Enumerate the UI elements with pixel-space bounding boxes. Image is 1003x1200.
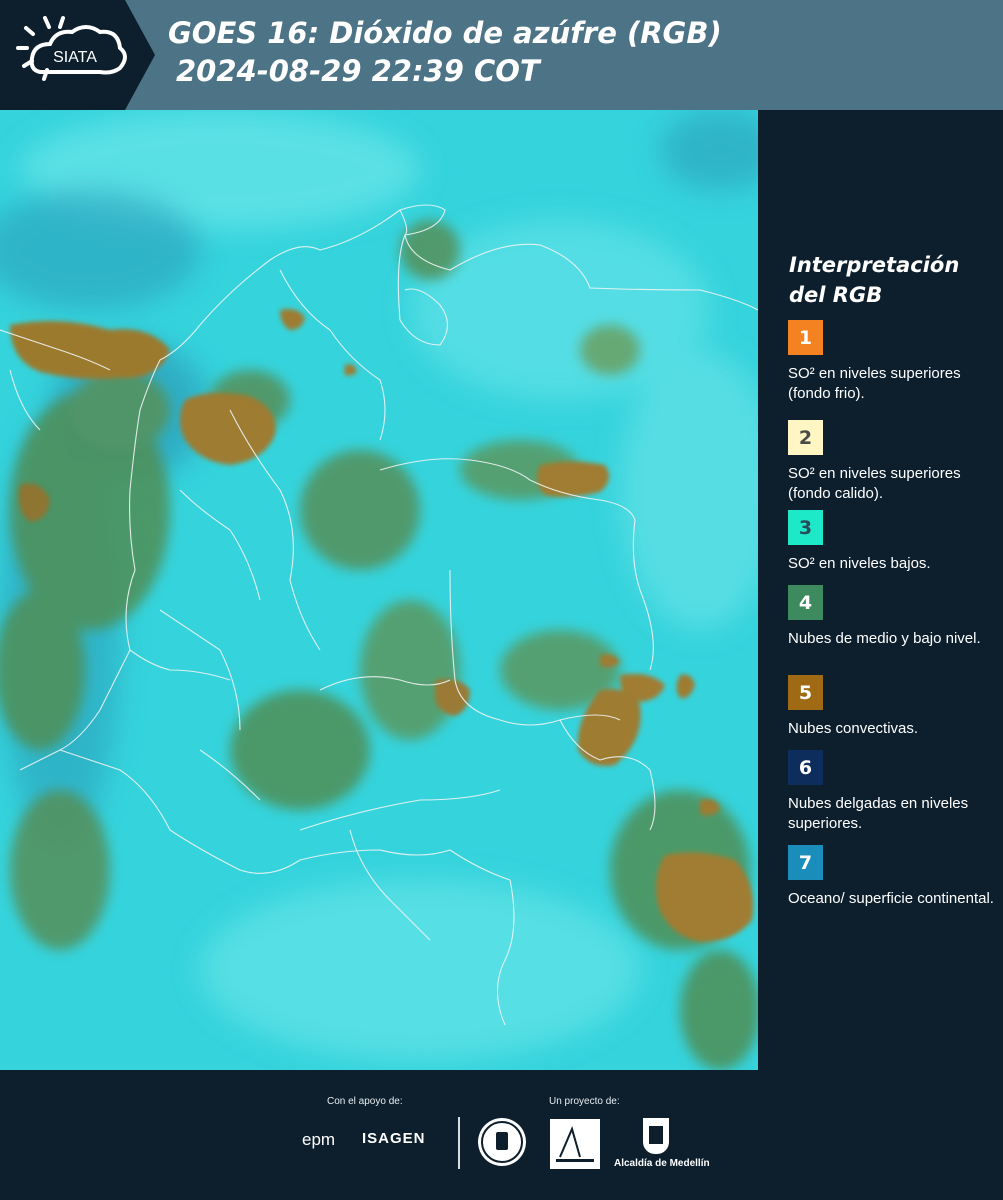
legend-item-2: 2 SO² en niveles superiores (fondo calido… bbox=[788, 420, 998, 504]
legend-item-7: 7 Oceano/ superficie continental. bbox=[788, 845, 998, 909]
legend-swatch: 5 bbox=[788, 675, 823, 710]
legend-swatch: 4 bbox=[788, 585, 823, 620]
page-title: GOES 16: Dióxido de azúfre (RGB) 2024-08… bbox=[168, 14, 722, 90]
support-label: Con el apoyo de: bbox=[327, 1096, 403, 1107]
legend-swatch: 1 bbox=[788, 320, 823, 355]
alcaldia-label: Alcaldía de Medellín bbox=[614, 1158, 710, 1169]
footer: Con el apoyo de: Un proyecto de: epm ISA… bbox=[0, 1070, 1003, 1200]
legend-text: SO² en niveles superiores (fondo calido)… bbox=[788, 465, 961, 502]
legend-swatch: 2 bbox=[788, 420, 823, 455]
legend-item-4: 4 Nubes de medio y bajo nivel. bbox=[788, 585, 998, 649]
legend-text: Nubes delgadas en niveles superiores. bbox=[788, 795, 969, 832]
legend-text: SO² en niveles bajos. bbox=[788, 555, 931, 572]
legend-text: Nubes convectivas. bbox=[788, 720, 919, 737]
legend-swatch: 6 bbox=[788, 750, 823, 785]
title-line-2: 2024-08-29 22:39 COT bbox=[176, 54, 540, 88]
legend-text: Nubes de medio y bajo nivel. bbox=[788, 630, 981, 647]
siata-logo-text: SIATA bbox=[53, 49, 97, 66]
medellin-seal-icon bbox=[478, 1118, 526, 1166]
legend-text: SO² en niveles superiores (fondo frio). bbox=[788, 365, 961, 402]
legend-item-5: 5 Nubes convectivas. bbox=[788, 675, 998, 739]
legend-item-1: 1 SO² en niveles superiores (fondo frio). bbox=[788, 320, 998, 404]
legend-title: Interpretación del RGB bbox=[789, 253, 960, 307]
project-label: Un proyecto de: bbox=[549, 1096, 620, 1107]
legend-panel: Interpretación del RGB 1 SO² en niveles s… bbox=[758, 110, 1003, 1070]
satellite-map bbox=[0, 110, 758, 1070]
header-bar: SIATA GOES 16: Dióxido de azúfre (RGB) 2… bbox=[0, 0, 1003, 110]
epm-logo: epm bbox=[302, 1130, 336, 1149]
legend-item-3: 3 SO² en niveles bajos. bbox=[788, 510, 998, 574]
alcaldia-crest-icon bbox=[643, 1118, 669, 1154]
legend-swatch: 7 bbox=[788, 845, 823, 880]
siata-logo: SIATA bbox=[0, 0, 155, 110]
legend-text: Oceano/ superficie continental. bbox=[788, 890, 994, 907]
isagen-logo: ISAGEN bbox=[362, 1130, 426, 1147]
area-metropolitana-logo bbox=[550, 1119, 600, 1169]
legend-swatch: 3 bbox=[788, 510, 823, 545]
legend-item-6: 6 Nubes delgadas en niveles superiores. bbox=[788, 750, 998, 834]
title-line-1: GOES 16: Dióxido de azúfre (RGB) bbox=[168, 16, 722, 50]
footer-divider bbox=[458, 1117, 460, 1169]
